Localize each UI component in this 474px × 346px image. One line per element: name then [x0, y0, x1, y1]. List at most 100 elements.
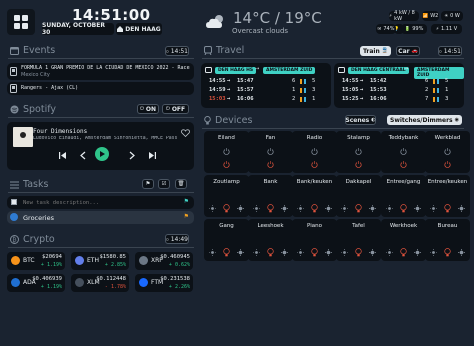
power-off-icon[interactable] [267, 161, 274, 168]
power-off-icon[interactable] [355, 161, 362, 168]
coin-card[interactable]: XRP $0.460945 + 0.62% [135, 252, 193, 270]
bulb-icon[interactable] [223, 248, 230, 257]
device-tile[interactable]: Werkhoek [381, 219, 426, 261]
dim-up-icon[interactable] [414, 205, 421, 212]
events-refresh-button[interactable]: 14:51 [165, 46, 189, 56]
device-tile[interactable]: Fan [248, 131, 293, 173]
power-off-icon[interactable] [444, 161, 451, 168]
device-tile[interactable]: Tafel [336, 219, 381, 261]
task-delete-button[interactable]: 🗑 [175, 179, 187, 189]
device-tile[interactable]: Entree/gang [381, 175, 426, 217]
bulb-icon[interactable] [223, 204, 230, 213]
device-tile[interactable]: Leeshoek [248, 219, 293, 261]
dim-down-icon[interactable] [209, 205, 216, 212]
crypto-refresh-button[interactable]: 14:49 [165, 234, 189, 244]
forward-icon[interactable] [128, 151, 136, 160]
dim-up-icon[interactable] [458, 249, 465, 256]
departure-time: 14:59 [209, 87, 226, 93]
dim-up-icon[interactable] [237, 205, 244, 212]
device-name: Teddybank [388, 135, 419, 141]
dim-down-icon[interactable] [253, 249, 260, 256]
train-tab[interactable]: Train 🚆 [360, 46, 391, 56]
car-tab[interactable]: Car 🚗 [396, 46, 420, 56]
device-tile[interactable]: Stalamp [336, 131, 381, 173]
bulb-icon[interactable] [311, 204, 318, 213]
dim-up-icon[interactable] [369, 205, 376, 212]
dim-up-icon[interactable] [414, 249, 421, 256]
scenes-tab[interactable]: Scenes ◐ [345, 115, 376, 125]
travel-header: Travel [204, 45, 244, 56]
dim-down-icon[interactable] [341, 205, 348, 212]
device-tile[interactable]: Zoutlamp [204, 175, 249, 217]
dim-down-icon[interactable] [430, 249, 437, 256]
dim-up-icon[interactable] [325, 205, 332, 212]
skip-back-icon[interactable] [58, 151, 67, 160]
bulb-icon[interactable] [311, 248, 318, 257]
dim-down-icon[interactable] [386, 205, 393, 212]
coin-card[interactable]: XLM $0.112448- 1.78% [71, 274, 129, 292]
device-name: Bureau [437, 223, 458, 229]
dim-down-icon[interactable] [297, 205, 304, 212]
device-tile[interactable]: Piano [292, 219, 337, 261]
event-item[interactable]: FORMULA 1 GRAN PREMIO DE LA CIUDAD DE MÉ… [7, 63, 194, 80]
device-tile[interactable]: Dakkapel [336, 175, 381, 217]
flag-icon[interactable]: ⚑ [184, 198, 189, 205]
rewind-icon[interactable] [79, 151, 87, 160]
dim-down-icon[interactable] [430, 205, 437, 212]
new-task-input[interactable] [23, 198, 163, 207]
bulb-icon[interactable] [400, 204, 407, 213]
arrival-time: 15:57 [237, 87, 254, 93]
flag-icon[interactable]: ⚑ [184, 213, 189, 220]
device-tile[interactable]: Radio [292, 131, 337, 173]
device-tile[interactable]: Bank [248, 175, 293, 217]
event-item[interactable]: Rangers - Ajax (CL) [7, 82, 194, 95]
task-item[interactable]: Groceries ⚑ [7, 211, 194, 224]
power-off-icon[interactable] [400, 161, 407, 168]
device-tile[interactable]: Bureau [425, 219, 470, 261]
task-circle-icon[interactable] [10, 213, 18, 221]
bulb-icon[interactable] [444, 204, 451, 213]
switches-tab[interactable]: Switches/Dimmers ◉ [387, 115, 462, 125]
bulb-icon[interactable] [400, 248, 407, 257]
device-tile[interactable]: Bank/keuken [292, 175, 337, 217]
dim-down-icon[interactable] [386, 249, 393, 256]
device-tile[interactable]: Gang [204, 219, 249, 261]
task-check-button[interactable]: ☑ [158, 179, 170, 189]
travel-refresh-button[interactable]: 14:51 [438, 46, 462, 56]
dim-up-icon[interactable] [281, 249, 288, 256]
device-tile[interactable]: Werkblad [425, 131, 470, 173]
coin-card[interactable]: ETH $1580.85 + 2.85% [71, 252, 129, 270]
bulb-icon[interactable] [355, 204, 362, 213]
task-flag-button[interactable]: ⚑ [142, 179, 154, 189]
route-card[interactable]: DEN HAAG HS → AMSTERDAM ZUID 14:55 → 15:47 6 5 1… [201, 63, 331, 108]
power-off-icon[interactable] [311, 161, 318, 168]
bulb-icon[interactable] [355, 248, 362, 257]
skip-forward-icon[interactable] [148, 151, 157, 160]
task-checkbox[interactable] [11, 199, 17, 205]
coin-card[interactable]: BTC $20694 + 1.19% [7, 252, 65, 270]
spotify-off-button[interactable]: ⏻ OFF [162, 104, 189, 114]
bulb-icon[interactable] [267, 204, 274, 213]
spotify-on-button[interactable]: ⏻ ON [137, 104, 159, 114]
dim-down-icon[interactable] [253, 205, 260, 212]
bulb-icon[interactable] [444, 248, 451, 257]
home-menu-button[interactable] [7, 9, 35, 35]
bulb-icon[interactable] [267, 248, 274, 257]
coin-card[interactable]: ADA $0.406939 + 1.19% [7, 274, 65, 292]
dim-up-icon[interactable] [325, 249, 332, 256]
play-button[interactable] [95, 147, 109, 161]
device-tile[interactable]: Eiland [204, 131, 249, 173]
dim-up-icon[interactable] [237, 249, 244, 256]
dim-down-icon[interactable] [341, 249, 348, 256]
device-tile[interactable]: Entree/keuken [425, 175, 470, 217]
dim-down-icon[interactable] [297, 249, 304, 256]
dim-up-icon[interactable] [369, 249, 376, 256]
power-off-icon[interactable] [223, 161, 230, 168]
coin-card[interactable]: FTM $0.231538 + 2.26% [135, 274, 193, 292]
dim-up-icon[interactable] [458, 205, 465, 212]
device-tile[interactable]: Teddybank [381, 131, 426, 173]
dim-down-icon[interactable] [209, 249, 216, 256]
route-card[interactable]: DEN HAAG CENTRAAL → AMSTERDAM ZUID 14:55 → 15… [334, 63, 464, 108]
dim-up-icon[interactable] [281, 205, 288, 212]
heart-icon[interactable] [181, 129, 190, 137]
